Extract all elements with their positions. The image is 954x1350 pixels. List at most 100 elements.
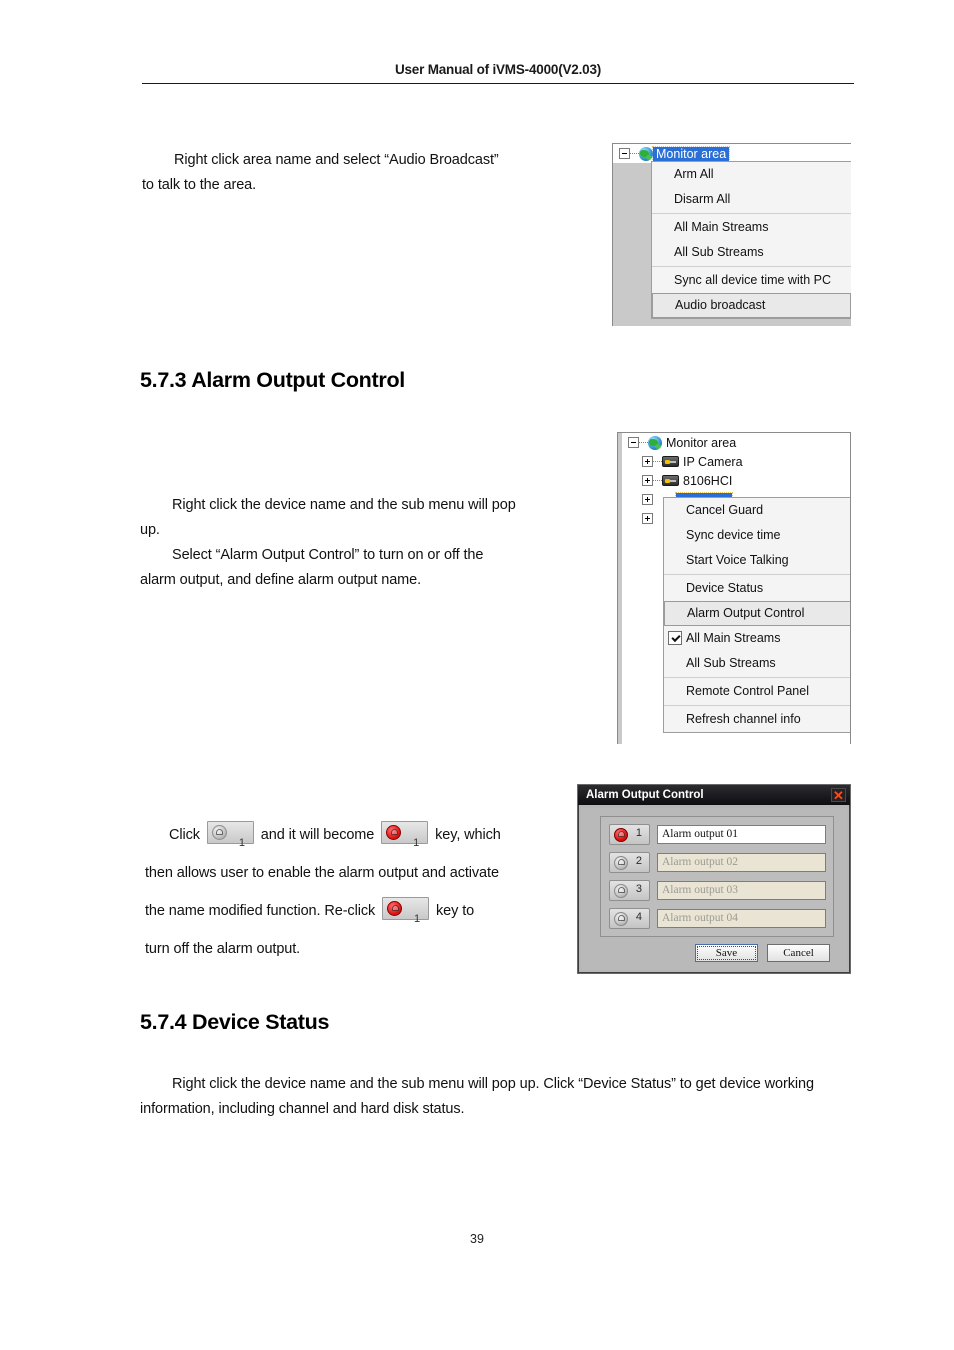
alarm-output-off-key-icon: 1 [206, 821, 254, 849]
alarm-output-name-field-3[interactable]: Alarm output 03 [657, 880, 826, 900]
alarm-output-toggle-3[interactable]: 3 [609, 879, 650, 901]
paragraph-line: Right click the device name and the sub … [172, 1076, 814, 1092]
paragraph-text: the name modified function. Re-click [145, 903, 376, 919]
alarm-output-toggle-1[interactable]: 1 [609, 823, 650, 845]
expand-plus-icon[interactable] [642, 456, 653, 467]
tree-connector [653, 460, 662, 463]
paragraph-line: Select “Alarm Output Control” to turn on… [172, 547, 484, 563]
tree-connector [653, 479, 662, 482]
menu-item-remote-control-panel[interactable]: Remote Control Panel [664, 679, 850, 704]
paragraph-key-usage: Click 1 and it will become 1 key, which … [145, 816, 565, 968]
tree-node-8106hci[interactable]: 8106HCI [622, 471, 850, 490]
alarm-output-row: 4 Alarm output 04 [609, 907, 826, 929]
context-menu-device[interactable]: Cancel Guard Sync device time Start Voic… [663, 497, 850, 733]
device-icon [662, 456, 679, 467]
bell-icon [614, 883, 628, 898]
alarm-output-name-field-2[interactable]: Alarm output 02 [657, 852, 826, 872]
save-button[interactable]: Save [695, 944, 758, 962]
tree-connector [630, 152, 639, 155]
paragraph-device-status: Right click the device name and the sub … [140, 1072, 840, 1122]
globe-icon [639, 146, 653, 161]
bell-icon [614, 855, 628, 870]
paragraph-line: up. [140, 522, 160, 538]
alarm-output-number: 3 [635, 882, 642, 895]
expand-plus-icon[interactable] [642, 494, 653, 505]
context-menu-area[interactable]: Arm All Disarm All All Main Streams All … [651, 161, 851, 319]
dialog-button-bar: Save Cancel [695, 944, 830, 962]
menu-item-refresh-channel-info[interactable]: Refresh channel info [664, 707, 850, 732]
dialog-title-bar[interactable]: Alarm Output Control ✕ [578, 785, 850, 805]
screenshot-area-context-menu: Monitor area Arm All Disarm All All Main… [612, 143, 851, 326]
menu-item-all-main-streams[interactable]: All Main Streams [652, 215, 851, 240]
menu-item-all-sub-streams[interactable]: All Sub Streams [652, 240, 851, 265]
alarm-output-row: 1 Alarm output 01 [609, 823, 826, 845]
paragraph-text: key, which [435, 827, 501, 843]
alarm-output-control-dialog: Alarm Output Control ✕ 1 Alarm output 01… [577, 784, 851, 974]
bell-icon [386, 825, 402, 840]
expand-plus-icon[interactable] [642, 513, 653, 524]
menu-item-start-voice-talking[interactable]: Start Voice Talking [664, 548, 850, 573]
paragraph-audio-broadcast: Right click area name and select “Audio … [142, 148, 562, 198]
menu-item-audio-broadcast[interactable]: Audio broadcast [652, 293, 851, 318]
paragraph-line: to talk to the area. [142, 177, 257, 193]
menu-item-sync-all-device-time[interactable]: Sync all device time with PC [652, 268, 851, 293]
globe-icon [648, 435, 662, 450]
alarm-output-toggle-2[interactable]: 2 [609, 851, 650, 873]
key-number: 1 [414, 913, 421, 925]
tree-node-monitor-area[interactable]: Monitor area [622, 433, 850, 452]
menu-separator [664, 574, 850, 575]
paragraph-text: Click [169, 827, 200, 843]
collapse-minus-icon[interactable] [619, 148, 630, 159]
close-icon[interactable]: ✕ [831, 788, 846, 802]
alarm-output-row: 2 Alarm output 02 [609, 851, 826, 873]
header-title: User Manual of iVMS-4000(V2.03) [394, 62, 602, 77]
header-rule [142, 83, 854, 84]
paragraph-text: key to [436, 903, 475, 919]
cancel-button[interactable]: Cancel [767, 944, 830, 962]
alarm-output-name-field-1[interactable]: Alarm output 01 [657, 824, 826, 844]
bell-icon [614, 911, 628, 926]
menu-item-all-sub-streams[interactable]: All Sub Streams [664, 651, 850, 676]
tree-node-label: Monitor area [666, 435, 737, 450]
tree-node-ip-camera[interactable]: IP Camera [622, 452, 850, 471]
alarm-output-number: 2 [635, 854, 642, 867]
collapse-minus-icon[interactable] [628, 437, 639, 448]
menu-item-alarm-output-control[interactable]: Alarm Output Control [664, 601, 850, 626]
alarm-output-on-key-icon: 1 [381, 821, 429, 849]
menu-item-sync-device-time[interactable]: Sync device time [664, 523, 850, 548]
menu-separator [652, 213, 851, 214]
dialog-body: 1 Alarm output 01 2 Alarm output 02 3 Al… [581, 808, 847, 970]
section-heading-device-status: 5.7.4 Device Status [140, 1010, 330, 1034]
tree-node-label: Monitor area [651, 145, 731, 162]
page-number: 39 [470, 1232, 484, 1246]
dialog-title: Alarm Output Control [586, 789, 704, 801]
menu-separator [664, 677, 850, 678]
paragraph-line: information, including channel and hard … [140, 1101, 465, 1117]
paragraph-line: turn off the alarm output. [145, 941, 301, 957]
menu-item-cancel-guard[interactable]: Cancel Guard [664, 498, 850, 523]
screenshot-device-context-menu: Monitor area IP Camera 8106HCI Cancel Gu… [617, 432, 851, 744]
paragraph-text: and it will become [260, 827, 375, 843]
menu-separator [664, 705, 850, 706]
tree-node-label: 8106HCI [683, 473, 733, 488]
key-number: 1 [413, 837, 420, 849]
menu-item-arm-all[interactable]: Arm All [652, 162, 851, 187]
alarm-output-name-field-4[interactable]: Alarm output 04 [657, 908, 826, 928]
alarm-output-toggle-4[interactable]: 4 [609, 907, 650, 929]
menu-separator [652, 266, 851, 267]
alarm-output-number: 1 [635, 826, 642, 839]
bell-icon [387, 901, 403, 916]
alarm-output-list: 1 Alarm output 01 2 Alarm output 02 3 Al… [600, 816, 834, 937]
paragraph-line: Right click area name and select “Audio … [174, 152, 499, 168]
bell-icon [211, 825, 227, 840]
tree-node-label: IP Camera [683, 454, 743, 469]
expand-plus-icon[interactable] [642, 475, 653, 486]
alarm-output-number: 4 [635, 910, 642, 923]
menu-item-all-main-streams[interactable]: All Main Streams [664, 626, 850, 651]
menu-item-disarm-all[interactable]: Disarm All [652, 187, 851, 212]
page-header: User Manual of iVMS-4000(V2.03) [142, 62, 854, 84]
paragraph-alarm-output: Right click the device name and the sub … [140, 493, 560, 593]
section-heading-alarm-output-control: 5.7.3 Alarm Output Control [140, 368, 405, 392]
menu-item-device-status[interactable]: Device Status [664, 576, 850, 601]
paragraph-line: then allows user to enable the alarm out… [145, 865, 499, 881]
